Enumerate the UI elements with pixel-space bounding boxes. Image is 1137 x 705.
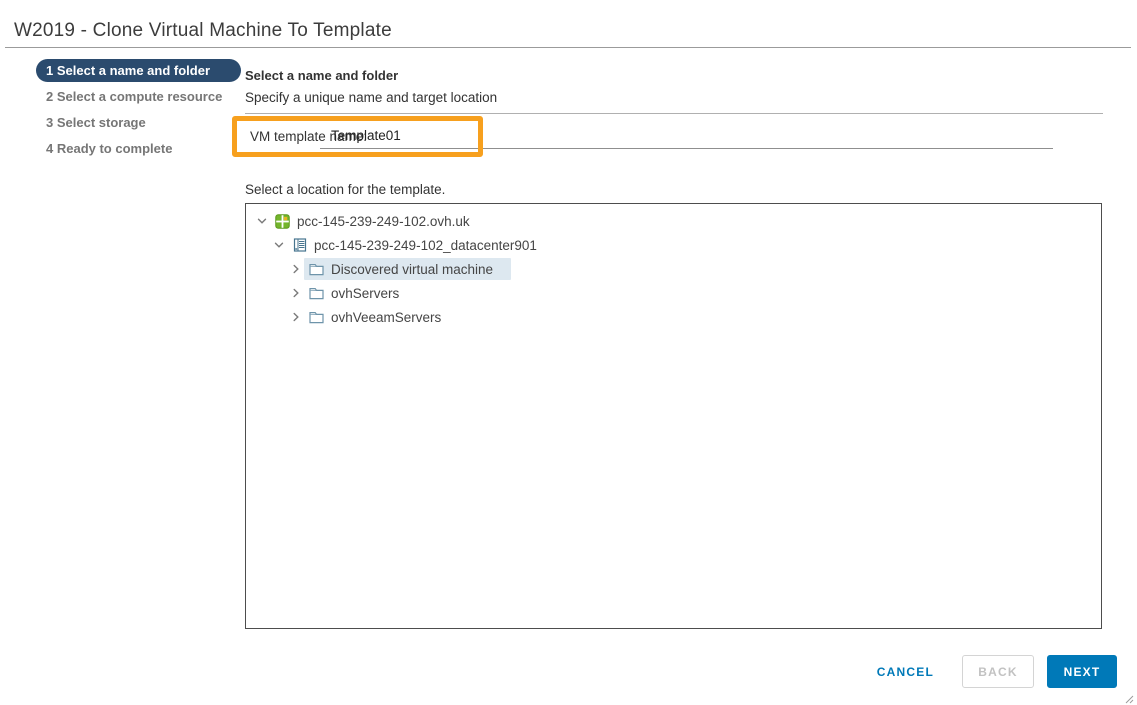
page-title: Select a name and folder <box>245 68 399 83</box>
page-subtitle: Specify a unique name and target locatio… <box>245 90 498 105</box>
chevron-right-icon[interactable] <box>288 261 304 277</box>
wizard-step-label: 3 Select storage <box>46 115 146 130</box>
datacenter-icon <box>291 237 308 253</box>
chevron-right-icon[interactable] <box>288 285 304 301</box>
location-tree: pcc-145-239-249-102.ovh.uk pcc-145-239-2… <box>245 203 1102 629</box>
wizard-step-label: 4 Ready to complete <box>46 141 173 156</box>
wizard-footer: CANCEL BACK NEXT <box>871 655 1117 688</box>
tree-row[interactable]: ovhVeeamServers <box>246 305 1101 329</box>
wizard-step-label: 2 Select a compute resource <box>46 89 223 104</box>
resize-handle[interactable] <box>1123 691 1134 704</box>
tree-row-body[interactable]: Discovered virtual machine <box>304 258 512 280</box>
chevron-right-icon[interactable] <box>288 309 304 325</box>
back-button[interactable]: BACK <box>962 655 1034 688</box>
chevron-down-icon[interactable] <box>271 237 287 253</box>
tree-row[interactable]: ovhServers <box>246 281 1101 305</box>
clone-vm-wizard-dialog: W2019 - Clone Virtual Machine To Templat… <box>0 0 1137 705</box>
folder-icon <box>308 261 325 277</box>
content-divider <box>245 113 1103 114</box>
tree-row-body[interactable]: ovhVeeamServers <box>304 306 445 328</box>
folder-icon <box>308 285 325 301</box>
cancel-button[interactable]: CANCEL <box>871 656 940 688</box>
wizard-step-1[interactable]: 1 Select a name and folder <box>36 59 241 82</box>
wizard-step-label: 1 Select a name and folder <box>46 63 211 78</box>
vm-template-name-input[interactable] <box>320 124 1053 149</box>
location-label: Select a location for the template. <box>245 182 446 197</box>
wizard-title: W2019 - Clone Virtual Machine To Templat… <box>14 20 392 41</box>
tree-row-label: ovhServers <box>331 285 400 301</box>
title-divider <box>5 47 1131 48</box>
tree-row[interactable]: Discovered virtual machine <box>246 257 1101 281</box>
tree-row-body[interactable]: pcc-145-239-249-102_datacenter901 <box>287 234 541 256</box>
wizard-steps-sidebar: 1 Select a name and folder 2 Select a co… <box>36 59 241 163</box>
wizard-step-4[interactable]: 4 Ready to complete <box>36 137 241 160</box>
tree-row-body[interactable]: pcc-145-239-249-102.ovh.uk <box>270 210 474 232</box>
tree-row-label: pcc-145-239-249-102_datacenter901 <box>314 237 537 253</box>
tree-row-label: ovhVeeamServers <box>331 309 442 325</box>
chevron-down-icon[interactable] <box>254 213 270 229</box>
tree-row[interactable]: pcc-145-239-249-102.ovh.uk <box>246 209 1101 233</box>
tree-row[interactable]: pcc-145-239-249-102_datacenter901 <box>246 233 1101 257</box>
wizard-step-2[interactable]: 2 Select a compute resource <box>36 85 241 108</box>
next-button[interactable]: NEXT <box>1047 655 1117 688</box>
folder-icon <box>308 309 325 325</box>
vcenter-icon <box>274 213 291 229</box>
wizard-step-3[interactable]: 3 Select storage <box>36 111 241 134</box>
tree-row-label: pcc-145-239-249-102.ovh.uk <box>297 213 470 229</box>
tree-row-label: Discovered virtual machine <box>331 261 494 277</box>
tree-row-body[interactable]: ovhServers <box>304 282 403 304</box>
